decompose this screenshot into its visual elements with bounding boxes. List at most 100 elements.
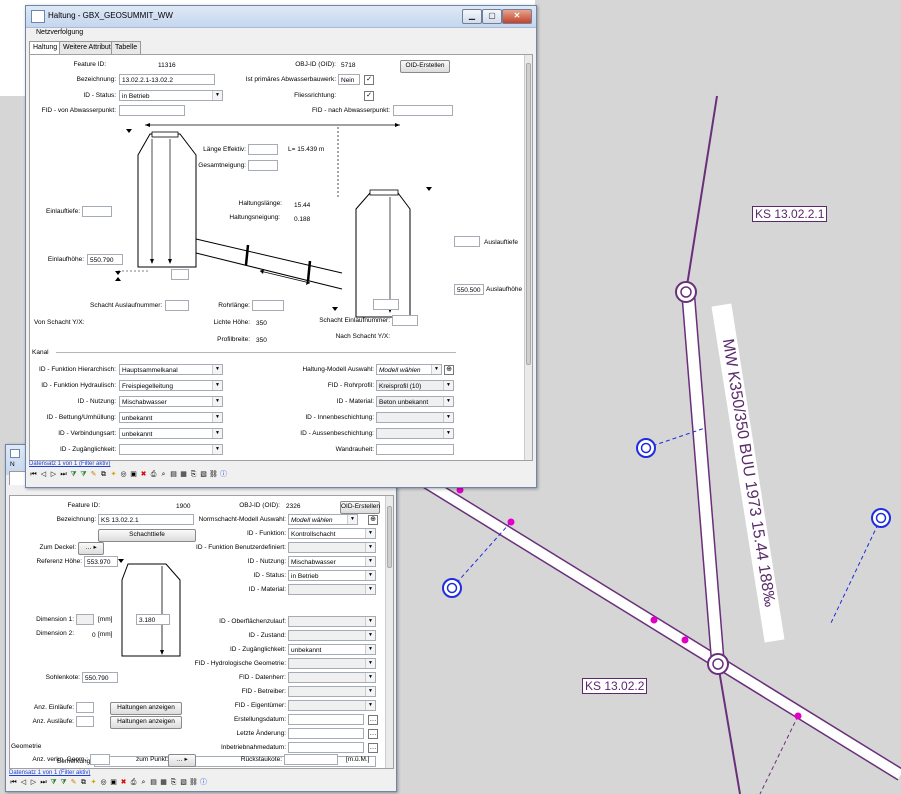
link-icon[interactable]: ⛓	[209, 470, 218, 479]
dimension1-value[interactable]: 3.180	[136, 614, 170, 625]
schacht-material-select[interactable]: ▼	[288, 584, 376, 595]
oberflaechenzulauf-select[interactable]: ▼	[288, 616, 376, 627]
table-icon[interactable]: ▦	[179, 470, 188, 479]
close-icon[interactable]: ✕	[502, 9, 532, 24]
primaer-abwasser-field[interactable]: Nein	[338, 74, 360, 85]
menu-netzverfolgung[interactable]: Netzverfolgung	[36, 29, 83, 36]
schachttiefe-button[interactable]: Schachttiefe	[98, 529, 196, 542]
zoom-icon[interactable]: ⌕	[159, 470, 168, 479]
bezeichnung-field[interactable]: 13.02.2.1-13.02.2	[119, 74, 215, 85]
schacht-scrollbar[interactable]	[385, 496, 393, 768]
calendar-icon[interactable]: …	[368, 729, 378, 739]
schacht-zugaenglichkeit-select[interactable]: unbekannt ▼	[288, 644, 376, 655]
tab-weitere-attribute[interactable]: Weitere Attribute	[59, 41, 119, 54]
anz-verkn-geom-field[interactable]	[90, 754, 110, 765]
wandrauheit-field[interactable]	[376, 444, 454, 455]
table-icon[interactable]: ▦	[159, 778, 168, 787]
calendar-icon[interactable]: …	[368, 743, 378, 753]
auslauftiefe-field[interactable]	[454, 236, 480, 247]
bettung-select[interactable]: unbekannt ▼	[119, 412, 223, 423]
laenge-effektiv-field[interactable]	[248, 144, 278, 155]
filter-icon[interactable]: ⧩	[49, 778, 58, 787]
referenz-hoehe-field[interactable]: 553.970	[84, 556, 118, 567]
eigentuemer-select[interactable]: ▼	[288, 700, 376, 711]
last-record-icon[interactable]: ⏭	[59, 470, 68, 479]
innenbeschichtung-select[interactable]: ▼	[376, 412, 454, 423]
star-icon[interactable]: ✦	[109, 470, 118, 479]
edit-icon[interactable]: ✎	[69, 778, 78, 787]
haltung-modell-select[interactable]: Modell wählen ▼	[376, 364, 442, 375]
material-select[interactable]: Beton unbekannt ▼	[376, 396, 454, 407]
map-icon[interactable]: ▣	[109, 778, 118, 787]
filter-icon[interactable]: ⧩	[69, 470, 78, 479]
fid-nach-field[interactable]	[393, 105, 453, 116]
schacht-scrollbar-thumb[interactable]	[387, 506, 392, 568]
schacht-einlaufnummer-field[interactable]	[392, 315, 418, 326]
schacht-normschacht-select[interactable]: Modell wählen ▼	[288, 514, 358, 525]
layer-icon[interactable]: ▤	[149, 778, 158, 787]
zum-deckel-button[interactable]: … ▸	[78, 542, 104, 555]
layer-icon[interactable]: ▤	[169, 470, 178, 479]
aussenbeschichtung-select[interactable]: ▼	[376, 428, 454, 439]
filter-clear-icon[interactable]: ⧩	[59, 778, 68, 787]
zustand-select[interactable]: ▼	[288, 630, 376, 641]
tab-haltung[interactable]: Haltung	[29, 41, 62, 55]
haltung-titlebar[interactable]: Haltung - GBX_GEOSUMMIT_WW ▁ ▢ ✕	[26, 6, 536, 28]
previous-record-icon[interactable]: ◁	[19, 778, 28, 787]
letzte-aenderung-field[interactable]	[288, 728, 364, 739]
schacht-funktion-benutzer-select[interactable]: ▼	[288, 542, 376, 553]
datenherr-select[interactable]: ▼	[288, 672, 376, 683]
locate-icon[interactable]: ◎	[99, 778, 108, 787]
first-record-icon[interactable]: ⏮	[9, 778, 18, 787]
auslauf-diagram-field[interactable]	[373, 299, 399, 310]
normschacht-apply-icon[interactable]: ⊕	[368, 515, 378, 525]
star-icon[interactable]: ✦	[89, 778, 98, 787]
export-icon[interactable]: ⎘	[169, 778, 178, 787]
rueckstaukote-field[interactable]	[284, 754, 338, 765]
nutzung-select[interactable]: Mischabwasser ▼	[119, 396, 223, 407]
betreiber-select[interactable]: ▼	[288, 686, 376, 697]
schacht-nutzung-select[interactable]: Mischabwasser ▼	[288, 556, 376, 567]
export-icon[interactable]: ⎘	[189, 470, 198, 479]
copy-icon[interactable]: ⧉	[79, 778, 88, 787]
einlaeufe-haltungen-anzeigen-button[interactable]: Haltungen anzeigen	[110, 702, 182, 715]
hydrologische-geometrie-select[interactable]: ▼	[288, 658, 376, 669]
haltung-scrollbar[interactable]	[524, 55, 532, 460]
rohrlaenge-field[interactable]	[252, 300, 284, 311]
last-record-icon[interactable]: ⏭	[39, 778, 48, 787]
anz-einlaeufe-field[interactable]	[76, 702, 94, 713]
schacht-bezeichnung-field[interactable]: KS 13.02.2.1	[98, 514, 194, 525]
verbindungsart-select[interactable]: unbekannt ▼	[119, 428, 223, 439]
maximize-icon[interactable]: ▢	[482, 9, 502, 24]
delete-icon[interactable]: ✖	[119, 778, 128, 787]
sohlenkote-field[interactable]: 550.790	[82, 672, 118, 683]
status-select[interactable]: in Betrieb ▼	[119, 90, 223, 101]
print-icon[interactable]: ⎙	[149, 470, 158, 479]
next-record-icon[interactable]: ▷	[29, 778, 38, 787]
info-icon[interactable]: ⓘ	[199, 778, 208, 787]
filter-clear-icon[interactable]: ⧩	[79, 470, 88, 479]
map-icon[interactable]: ▣	[129, 470, 138, 479]
einlaufhoehe-field[interactable]: 550.790	[87, 254, 123, 265]
funktion-hydraulisch-select[interactable]: Freispiegelleitung ▼	[119, 380, 223, 391]
print-icon[interactable]: ⎙	[129, 778, 138, 787]
haltung-scrollbar-thumb[interactable]	[526, 63, 531, 365]
fid-von-field[interactable]	[119, 105, 185, 116]
schacht-record-status[interactable]: Datensatz 1 von 1 (Filter aktiv)	[9, 770, 90, 776]
report-icon[interactable]: ▧	[179, 778, 188, 787]
zoom-icon[interactable]: ⌕	[139, 778, 148, 787]
fliessrichtung-checkbox[interactable]: ✓	[364, 91, 374, 101]
gesamtneigung-field[interactable]	[248, 160, 278, 171]
oid-erstellen-button[interactable]: OID-Erstellen	[400, 60, 450, 73]
primaer-abwasser-checkbox[interactable]: ✓	[364, 75, 374, 85]
minimize-icon[interactable]: ▁	[462, 9, 482, 24]
locate-icon[interactable]: ◎	[119, 470, 128, 479]
modell-apply-icon[interactable]: ⊕	[444, 365, 454, 375]
schacht-status-select[interactable]: in Betrieb ▼	[288, 570, 376, 581]
funktion-hierarchisch-select[interactable]: Hauptsammelkanal ▼	[119, 364, 223, 375]
info-icon[interactable]: ⓘ	[219, 470, 228, 479]
edit-icon[interactable]: ✎	[89, 470, 98, 479]
next-record-icon[interactable]: ▷	[49, 470, 58, 479]
report-icon[interactable]: ▧	[199, 470, 208, 479]
erstellungsdatum-field[interactable]	[288, 714, 364, 725]
